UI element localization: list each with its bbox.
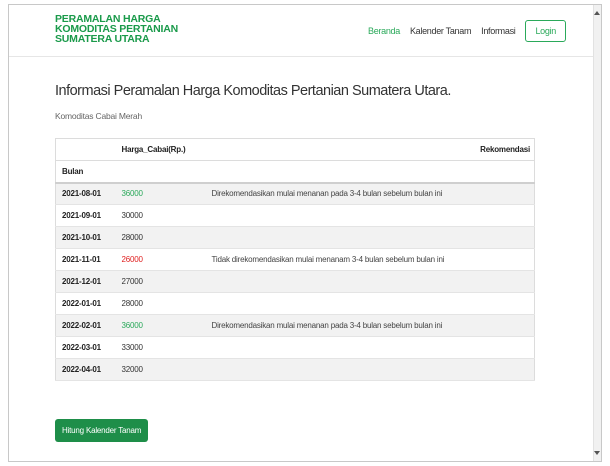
cell-harga: 36000 [121, 314, 212, 337]
hitung-kalender-tanam-button[interactable]: Hitung Kalender Tanam [55, 419, 149, 442]
cell-bulan: 2021-10-01 [55, 226, 122, 249]
top-navbar: PERAMALAN HARGA KOMODITAS PERTANIAN SUMA… [9, 5, 594, 57]
cell-bulan: 2022-03-01 [55, 336, 122, 359]
cell-rekomendasi: Tidak direkomendasikan mulai menanam 3-4… [211, 248, 535, 271]
cell-bulan: 2021-09-01 [55, 204, 122, 227]
nav-item-informasi[interactable]: Informasi [481, 26, 516, 36]
cell-bulan: 2022-01-01 [55, 292, 122, 315]
scroll-up-arrow-icon[interactable] [594, 11, 600, 15]
table-body: 2021-08-01 36000 Direkomendasikan mulai me… [55, 182, 535, 381]
table-row: 2021-11-01 26000 Tidak direkomendasikan mu… [55, 248, 535, 271]
cell-rekomendasi [211, 204, 535, 227]
table-row: 2021-08-01 36000 Direkomendasikan mulai me… [55, 182, 535, 205]
table-row: 2022-03-01 33000 [55, 336, 535, 359]
cell-harga: 30000 [121, 204, 212, 227]
nav-item-kalender-tanam[interactable]: Kalender Tanam [410, 26, 471, 36]
cell-bulan: 2021-12-01 [55, 270, 122, 293]
cell-bulan: 2021-11-01 [55, 248, 122, 271]
table-row: 2021-12-01 27000 [55, 270, 535, 293]
header-empty-cell [211, 160, 535, 184]
header-rekomendasi: Rekomendasi [211, 138, 535, 161]
cell-harga: 32000 [121, 358, 212, 381]
cell-harga: 27000 [121, 270, 212, 293]
table-row: 2022-04-01 32000 [55, 358, 535, 381]
cell-harga: 28000 [121, 226, 212, 249]
commodity-label: Komoditas Cabai Merah [55, 111, 142, 121]
cell-bulan: 2022-04-01 [55, 358, 122, 381]
cell-rekomendasi: Direkomendasikan mulai menanan pada 3-4 … [211, 182, 535, 205]
brand-logo[interactable]: PERAMALAN HARGA KOMODITAS PERTANIAN SUMA… [55, 14, 178, 45]
cell-harga: 28000 [121, 292, 212, 315]
forecast-table: Harga_Cabai(Rp.) Rekomendasi Bulan 2021-… [55, 138, 535, 381]
table-row: 2022-02-01 36000 Direkomendasikan mulai me… [55, 314, 535, 337]
header-empty-cell [121, 160, 212, 184]
nav-menu: Beranda Kalender Tanam Informasi Login [368, 20, 566, 42]
page-title: Informasi Peramalan Harga Komoditas Pert… [55, 83, 451, 99]
cell-rekomendasi [211, 292, 535, 315]
cell-harga: 33000 [121, 336, 212, 359]
cell-rekomendasi [211, 226, 535, 249]
table-row: 2022-01-01 28000 [55, 292, 535, 315]
header-bulan: Bulan [55, 160, 122, 184]
cell-harga: 26000 [121, 248, 212, 271]
table-header-row: Harga_Cabai(Rp.) Rekomendasi [55, 138, 535, 161]
cell-harga: 36000 [121, 182, 212, 205]
cell-bulan: 2021-08-01 [55, 182, 122, 205]
vertical-scrollbar[interactable] [593, 5, 601, 461]
cell-rekomendasi [211, 358, 535, 381]
login-button[interactable]: Login [525, 20, 566, 42]
cell-rekomendasi: Direkomendasikan mulai menanan pada 3-4 … [211, 314, 535, 337]
table-row: 2021-09-01 30000 [55, 204, 535, 227]
table-subheader-row: Bulan [55, 160, 535, 184]
main-content: Informasi Peramalan Harga Komoditas Pert… [55, 83, 525, 121]
nav-item-beranda[interactable]: Beranda [368, 26, 400, 36]
cell-bulan: 2022-02-01 [55, 314, 122, 337]
cell-rekomendasi [211, 336, 535, 359]
table-row: 2021-10-01 28000 [55, 226, 535, 249]
cell-rekomendasi [211, 270, 535, 293]
scroll-down-arrow-icon[interactable] [594, 451, 600, 455]
header-empty-cell [55, 138, 122, 161]
header-harga: Harga_Cabai(Rp.) [121, 138, 212, 161]
browser-viewport: PERAMALAN HARGA KOMODITAS PERTANIAN SUMA… [8, 4, 602, 462]
brand-line-3: SUMATERA UTARA [55, 33, 150, 45]
